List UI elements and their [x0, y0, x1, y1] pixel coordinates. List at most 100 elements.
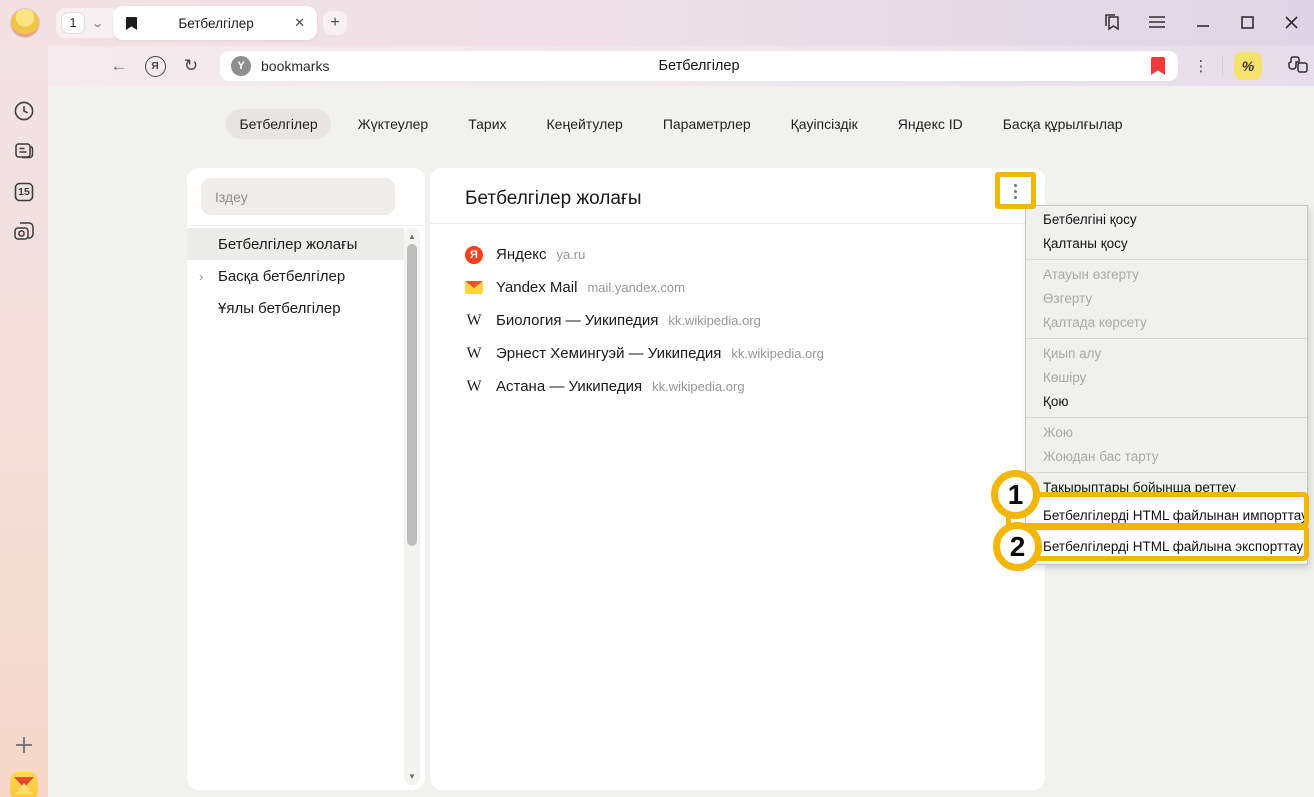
menu-item[interactable]: Тақырыптары бойынша реттеу: [1026, 476, 1307, 500]
menu-group: Атауын өзгертуӨзгертуҚалтада көрсету: [1026, 259, 1307, 335]
sidebar-folder-label: Бетбелгілер жолағы: [218, 236, 357, 253]
bookmark-title: Яндекс: [496, 246, 546, 263]
browser-side-rail: 15 •••: [0, 46, 48, 797]
wikipedia-favicon-wrap: W: [465, 378, 483, 396]
settings-nav-tabs: Бетбелгілер Жүктеулер Тарих Кеңейтулер Парам…: [48, 104, 1314, 144]
yandex-favicon: Я: [465, 246, 483, 264]
sidebar-divider: [187, 225, 425, 226]
wikipedia-favicon-wrap: W: [465, 312, 483, 330]
address-toolbar: ← Я ↻ Y bookmarks Бетбелгілер ⋮ %: [48, 46, 1314, 86]
browser-tab[interactable]: Бетбелгілер ✕: [113, 6, 317, 40]
back-icon[interactable]: ←: [104, 46, 134, 86]
nav-tab[interactable]: Жүктеулер: [345, 109, 442, 139]
bookmarks-panel: Бетбелгілер жолағы ЯЯндексya.ruYandex Ma…: [430, 168, 1045, 790]
address-bar-page-title: Бетбелгілер: [220, 51, 1178, 81]
extensions-icon[interactable]: [1280, 46, 1314, 86]
bookmark-row[interactable]: Yandex Mail mail.yandex.com: [430, 271, 1045, 304]
menu-item: Жоюдан бас тарту: [1026, 445, 1307, 469]
sidebar-folder-item[interactable]: Ұялы бетбелгілер: [187, 292, 404, 324]
browser-menu-button[interactable]: [1142, 6, 1172, 38]
nav-tab[interactable]: Бетбелгілер: [226, 109, 330, 139]
menu-item: Жою: [1026, 421, 1307, 445]
bookmark-url: kk.wikipedia.org: [731, 346, 824, 361]
bookmarks-sidebar: Бетбелгілер жолағы › Басқа бетбелгілер Ұялы…: [187, 168, 425, 790]
wikipedia-favicon: W: [466, 346, 481, 362]
bookmark-list: ЯЯндексya.ruYandex Mailmail.yandex.comWБ…: [430, 238, 1045, 403]
window-close-icon[interactable]: [1276, 6, 1306, 38]
menu-item[interactable]: Бетбелгілерді HTML файлына экспорттау: [1026, 531, 1307, 562]
feed-icon[interactable]: [0, 140, 48, 162]
tab-close-icon[interactable]: ✕: [294, 15, 305, 31]
bookmark-title: Эрнест Хемингуэй — Уикипедия: [496, 345, 721, 362]
percent-icon[interactable]: %: [1234, 52, 1262, 80]
bookmark-row[interactable]: W Эрнест Хемингуэй — Уикипедия kk.wikipedi…: [430, 337, 1045, 370]
bookmark-row[interactable]: WАстана — Уикипедияkk.wikipedia.org: [430, 370, 1045, 403]
sidebar-folder-item[interactable]: Бетбелгілер жолағы: [187, 228, 404, 260]
wikipedia-favicon: W: [466, 313, 481, 329]
address-bar[interactable]: Y bookmarks Бетбелгілер: [220, 51, 1178, 81]
search-input[interactable]: [201, 178, 395, 215]
menu-item: Атауын өзгерту: [1026, 263, 1307, 287]
menu-item[interactable]: Қалтаны қосу: [1026, 232, 1307, 256]
menu-group: Бетбелгіні қосуҚалтаны қосу: [1026, 208, 1307, 256]
maximize-icon[interactable]: [1232, 6, 1262, 38]
bookmark-url: kk.wikipedia.org: [668, 313, 761, 328]
nav-tab[interactable]: Басқа құрылғылар: [990, 109, 1136, 139]
panel-divider: [430, 223, 1045, 224]
nav-tab[interactable]: Тарих: [455, 109, 519, 139]
tab-counter-badge: 1: [61, 12, 85, 34]
chevron-right-icon[interactable]: ›: [199, 269, 203, 284]
nav-tab[interactable]: Кеңейтулер: [534, 109, 636, 139]
menu-item[interactable]: Бетбелгіні қосу: [1026, 208, 1307, 232]
yandex-favicon-wrap: Я: [465, 246, 483, 264]
refresh-icon[interactable]: ↻: [176, 46, 206, 86]
tab-title: Бетбелгілер: [138, 16, 294, 31]
scrollbar-thumb[interactable]: [407, 244, 417, 546]
menu-group: Қиып алуКөшіруҚою: [1026, 338, 1307, 414]
nav-tab[interactable]: Қауіпсіздік: [778, 109, 871, 139]
screenshot-icon[interactable]: [0, 220, 48, 242]
sidebar-folder-label: Басқа бетбелгілер: [218, 268, 345, 285]
history-icon[interactable]: [0, 100, 48, 122]
bookmarks-panel-button[interactable]: [1097, 6, 1127, 38]
menu-item[interactable]: Қою: [1026, 390, 1307, 414]
sidebar-folder-label: Ұялы бетбелгілер: [218, 300, 341, 317]
yandex-home-icon[interactable]: Я: [140, 46, 170, 86]
bookmark-flag-icon[interactable]: [1151, 57, 1165, 75]
tab-group-button[interactable]: 1 ⌄: [56, 8, 118, 38]
bookmark-tab-icon: [125, 16, 138, 31]
wikipedia-favicon-wrap: W: [465, 345, 483, 363]
minimize-icon[interactable]: [1188, 6, 1218, 38]
bookmark-title: Астана — Уикипедия: [496, 378, 642, 395]
sidebar-folder-list: Бетбелгілер жолағы › Басқа бетбелгілер Ұялы…: [187, 228, 404, 324]
scroll-up-icon[interactable]: ▲: [404, 232, 420, 241]
menu-item: Көшіру: [1026, 366, 1307, 390]
add-icon[interactable]: [0, 736, 48, 754]
menu-group: Тақырыптары бойынша реттеуБетбелгілерді …: [1026, 472, 1307, 562]
calendar-icon[interactable]: 15: [0, 180, 48, 204]
bookmark-url: mail.yandex.com: [587, 280, 685, 295]
sidebar-folder-item[interactable]: › Басқа бетбелгілер: [187, 260, 404, 292]
panel-title: Бетбелгілер жолағы: [465, 188, 642, 210]
bookmark-row[interactable]: ЯЯндексya.ru: [430, 238, 1045, 271]
new-tab-button[interactable]: +: [323, 11, 347, 35]
wikipedia-favicon: W: [466, 379, 481, 395]
nav-tab[interactable]: Параметрлер: [650, 109, 764, 139]
bookmark-row[interactable]: W Биология — Уикипедия kk.wikipedia.org: [430, 304, 1045, 337]
sidebar-scrollbar[interactable]: ▲ ▼: [404, 228, 420, 785]
menu-item[interactable]: Бетбелгілерді HTML файлынан импорттау: [1026, 500, 1307, 531]
panel-kebab-menu-button[interactable]: [1000, 176, 1030, 206]
scroll-down-icon[interactable]: ▼: [404, 772, 420, 781]
menu-item: Өзгерту: [1026, 287, 1307, 311]
toolbar-kebab-icon[interactable]: ⋮: [1188, 46, 1214, 86]
nav-tab[interactable]: Яндекс ID: [885, 109, 976, 139]
mail-icon[interactable]: [10, 772, 38, 797]
menu-group: ЖоюЖоюдан бас тарту: [1026, 417, 1307, 469]
avatar[interactable]: [10, 8, 40, 38]
bookmark-title: Yandex Mail: [496, 279, 577, 296]
mail-favicon-wrap: [465, 279, 483, 297]
context-menu: Бетбелгіні қосуҚалтаны қосуАтауын өзгерт…: [1025, 205, 1308, 565]
toolbar-divider: [1222, 56, 1223, 76]
menu-item: Қалтада көрсету: [1026, 311, 1307, 335]
bookmark-title: Биология — Уикипедия: [496, 312, 658, 329]
